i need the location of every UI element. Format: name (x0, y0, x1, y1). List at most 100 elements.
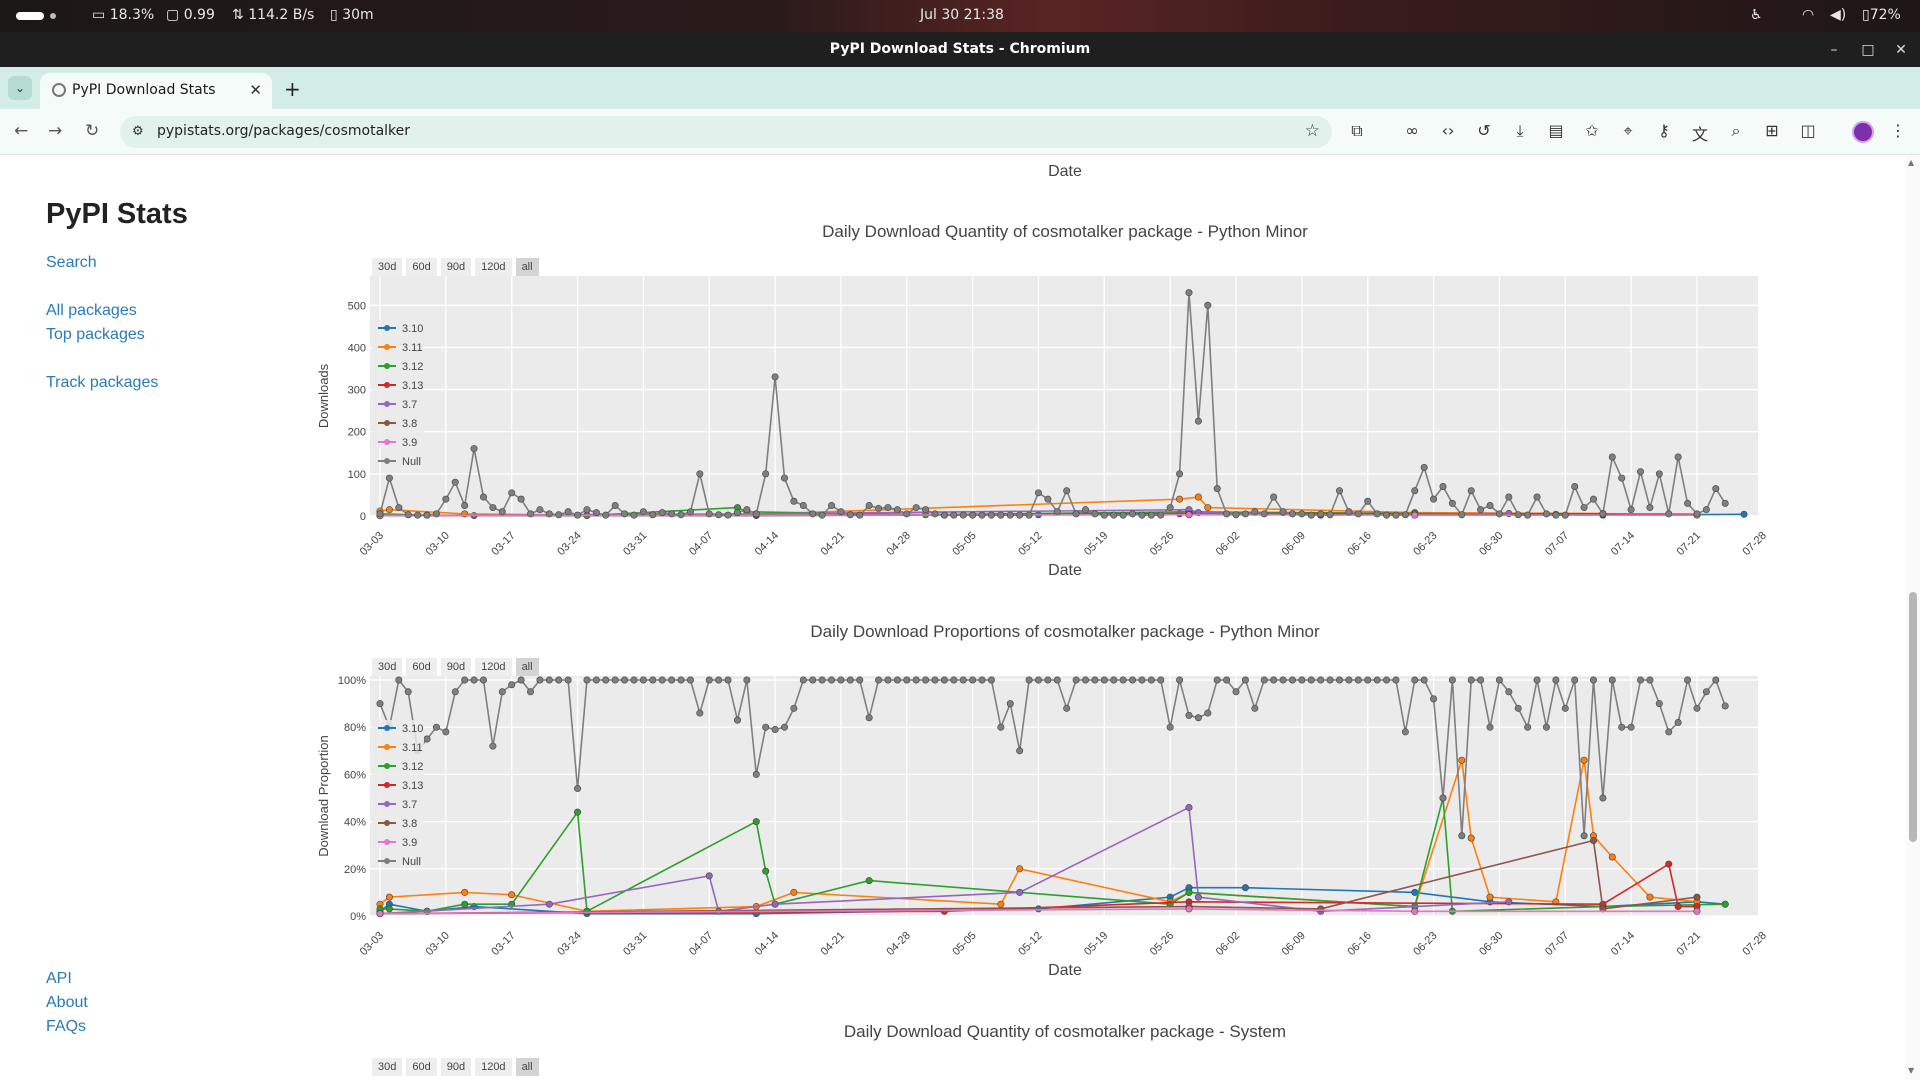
data-point (1270, 493, 1278, 501)
range-button-all[interactable]: all (515, 658, 539, 676)
minimize-icon[interactable]: – (1825, 41, 1843, 59)
key-icon[interactable]: ⚷ (1654, 121, 1674, 140)
chart2-plot[interactable]: 03-03 03-10 03-17 03-24 03-31 04-07 04-14 04-21… (310, 676, 1770, 966)
kebab-menu-icon[interactable]: ⋮ (1888, 121, 1908, 140)
data-point (1138, 511, 1146, 519)
data-point (668, 510, 676, 518)
range-button-30d[interactable]: 30d (372, 258, 403, 276)
bookmarks-icon[interactable]: ✩ (1582, 121, 1602, 140)
y-tick-label: 100% (338, 676, 366, 687)
data-point (1166, 723, 1174, 731)
nav-link-search[interactable]: Search (46, 254, 97, 272)
data-point (621, 676, 629, 684)
range-button-all[interactable]: all (515, 258, 539, 276)
data-point (1129, 510, 1137, 518)
page-scrollbar[interactable]: ▲ ▼ (1906, 156, 1920, 1080)
y-axis-title: Downloads (316, 363, 331, 428)
apps-grid-icon[interactable]: ⊞ (1762, 121, 1782, 140)
x-tick-label: 05-12 (1016, 530, 1044, 558)
range-button-120d[interactable]: 120d (475, 1058, 512, 1076)
site-brand[interactable]: PyPI Stats (46, 198, 188, 231)
location-pin-icon[interactable]: ⌖ (1618, 121, 1638, 141)
legend-swatch-dot (384, 363, 390, 369)
forward-arrow-icon[interactable]: → (48, 121, 62, 141)
chart1-plot[interactable]: 03-03 03-10 03-17 03-24 03-31 04-07 04-14 04-21… (310, 276, 1770, 566)
load-average[interactable]: ▢ 0.99 (166, 7, 215, 23)
address-bar[interactable]: ⚙ pypistats.org/packages/cosmotalker ☆ (120, 116, 1332, 148)
nav-link-api[interactable]: API (46, 970, 72, 988)
close-icon[interactable]: ✕ (1892, 41, 1910, 59)
range-button-30d[interactable]: 30d (372, 658, 403, 676)
data-point (1589, 676, 1597, 684)
download-icon[interactable]: ⤓ (1510, 121, 1530, 141)
data-point (1721, 499, 1729, 507)
nav-link-about[interactable]: About (46, 994, 88, 1012)
bookmark-star-icon[interactable]: ☆ (1305, 121, 1320, 141)
data-point (1176, 676, 1184, 684)
translate-icon[interactable]: 文 (1690, 121, 1710, 145)
reload-icon[interactable]: ↻ (85, 121, 99, 141)
nav-link-track-packages[interactable]: Track packages (46, 374, 158, 392)
scroll-up-arrow-icon[interactable]: ▲ (1908, 158, 1914, 167)
wifi-icon[interactable]: ◠ (1802, 7, 1814, 23)
range-button-90d[interactable]: 90d (440, 258, 472, 276)
range-button-60d[interactable]: 60d (406, 258, 437, 276)
profile-avatar[interactable] (1852, 121, 1874, 143)
range-button-120d[interactable]: 120d (475, 658, 512, 676)
load-value: 0.99 (183, 7, 215, 23)
clock[interactable]: Jul 30 21:38 (920, 7, 1004, 23)
range-button-30d[interactable]: 30d (372, 1058, 403, 1076)
range-button-60d[interactable]: 60d (406, 658, 437, 676)
data-point (461, 676, 469, 684)
link-icon[interactable]: ∞ (1402, 121, 1422, 140)
data-point (1655, 470, 1663, 478)
tab-close-icon[interactable]: ✕ (249, 81, 262, 99)
nav-link-top-packages[interactable]: Top packages (46, 326, 145, 344)
x-tick-label: 04-28 (885, 930, 913, 958)
data-point (1599, 794, 1607, 802)
range-button-all[interactable]: all (515, 1058, 539, 1076)
cpu-usage[interactable]: ▭ 18.3% (92, 7, 154, 23)
history-icon[interactable]: ↺ (1474, 121, 1494, 140)
tab-pypi-stats[interactable]: PyPI Download Stats ✕ (40, 73, 272, 109)
data-point (1354, 676, 1362, 684)
sidebar-panel-icon[interactable]: ◫ (1798, 121, 1818, 140)
legend-label: Null (402, 856, 421, 868)
legend-label: 3.8 (402, 418, 417, 430)
reader-icon[interactable]: ▤ (1546, 121, 1566, 140)
data-point (1542, 510, 1550, 518)
scrollbar-thumb[interactable] (1909, 592, 1917, 842)
data-point (1477, 676, 1485, 684)
range-button-90d[interactable]: 90d (440, 658, 472, 676)
activities-indicator[interactable] (16, 12, 44, 20)
back-arrow-icon[interactable]: ← (14, 121, 28, 141)
data-point (545, 510, 553, 518)
chart3-range-selector: 30d 60d 90d 120d all (372, 1055, 543, 1076)
timer[interactable]: ▯ 30m (330, 7, 374, 23)
y-tick-label: 400 (348, 342, 366, 354)
maximize-icon[interactable]: □ (1859, 41, 1877, 59)
battery-indicator[interactable]: ▯72% (1862, 7, 1901, 23)
network-speed[interactable]: ⇅ 114.2 B/s (232, 7, 314, 23)
extensions-puzzle-icon[interactable]: ⧉ (1347, 121, 1367, 141)
url-text[interactable]: pypistats.org/packages/cosmotalker (157, 123, 410, 139)
range-button-120d[interactable]: 120d (475, 258, 512, 276)
code-icon[interactable]: ‹› (1438, 121, 1458, 140)
zoom-search-icon[interactable]: ⌕ (1726, 121, 1746, 141)
nav-link-faqs[interactable]: FAQs (46, 1018, 86, 1036)
data-point (1147, 511, 1155, 519)
new-tab-plus-icon[interactable]: + (284, 77, 301, 101)
accessibility-icon[interactable]: ♿ (1750, 7, 1763, 23)
data-point (809, 510, 817, 518)
data-point (1232, 688, 1240, 696)
range-button-60d[interactable]: 60d (406, 1058, 437, 1076)
scroll-down-arrow-icon[interactable]: ▼ (1908, 1066, 1914, 1075)
y-axis-title: Download Proportion (316, 735, 331, 856)
tab-search-chevron-icon[interactable]: ⌄ (8, 76, 32, 100)
range-button-90d[interactable]: 90d (440, 1058, 472, 1076)
volume-icon[interactable]: ◀) (1830, 7, 1846, 23)
data-point (1580, 756, 1588, 764)
nav-link-all-packages[interactable]: All packages (46, 302, 137, 320)
site-info-icon[interactable]: ⚙ (132, 124, 144, 139)
data-point (545, 900, 553, 908)
